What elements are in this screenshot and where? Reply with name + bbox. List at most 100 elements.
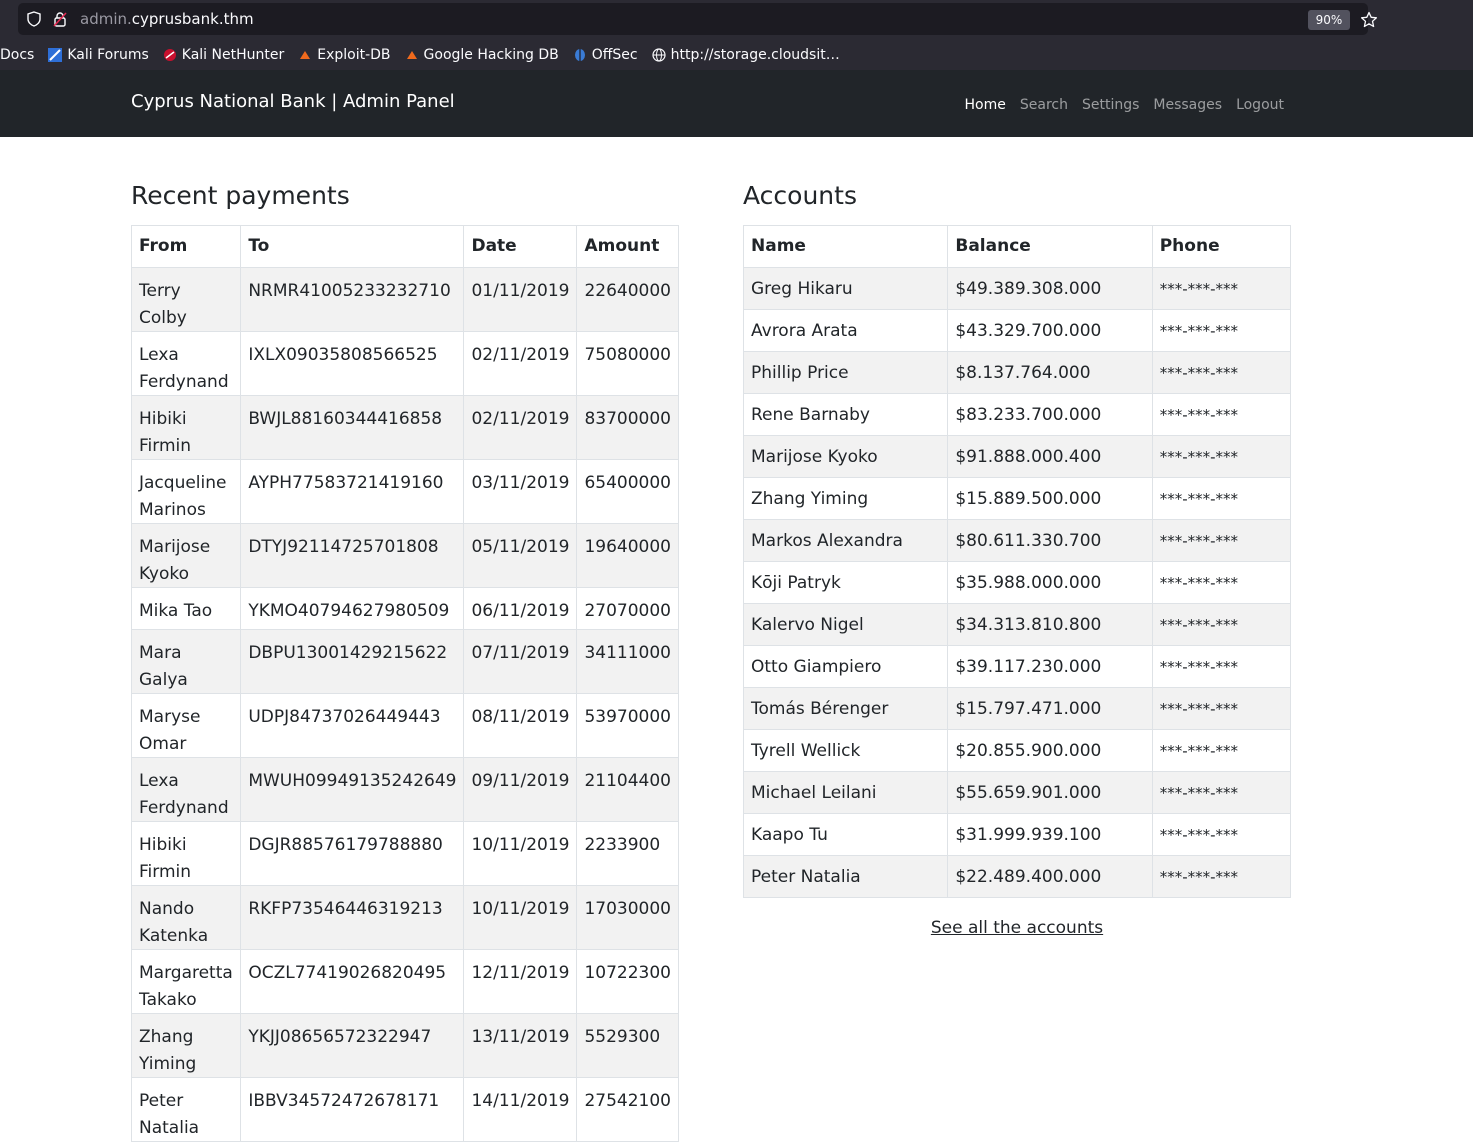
from-cell: Terry Colby <box>130 267 242 332</box>
nav-logout[interactable]: Logout <box>1236 97 1284 113</box>
nav-search[interactable]: Search <box>1020 97 1068 113</box>
nav-home[interactable]: Home <box>965 97 1006 113</box>
name-cell: Phillip Price <box>742 351 949 394</box>
phone-cell: ***-***-*** <box>1151 267 1292 310</box>
to-cell: RKFP73546446319213 <box>240 885 465 950</box>
site-navbar: Cyprus National Bank | Admin Panel Home … <box>0 70 1473 137</box>
bookmark-label: Exploit-DB <box>317 47 391 63</box>
from-cell: Mika Tao <box>130 587 242 630</box>
bookmark-google-hacking-db[interactable]: Google Hacking DB <box>405 47 559 63</box>
name-cell: Kōji Patryk <box>742 561 949 604</box>
accounts-heading: Accounts <box>743 181 857 210</box>
table-row: Phillip Price $8.137.764.000 ***-***-*** <box>742 351 1292 394</box>
from-cell: Lexa Ferdynand <box>130 757 242 822</box>
amount-cell: 83700000 <box>576 395 679 460</box>
offsec-icon <box>573 48 587 62</box>
bookmark-exploit-db[interactable]: Exploit-DB <box>298 47 391 63</box>
table-row: Peter Natalia IBBV34572472678171 14/11/201… <box>130 1077 679 1142</box>
balance-cell: $31.999.939.100 <box>947 813 1153 856</box>
table-row: Tyrell Wellick $20.855.900.000 ***-***-*** <box>742 729 1292 772</box>
phone-cell: ***-***-*** <box>1151 435 1292 478</box>
bookmark-star-icon[interactable] <box>1360 11 1378 33</box>
phone-cell: ***-***-*** <box>1151 687 1292 730</box>
date-cell: 10/11/2019 <box>463 885 578 950</box>
from-cell: Nando Katenka <box>130 885 242 950</box>
bookmark-label: Google Hacking DB <box>423 47 559 63</box>
phone-cell: ***-***-*** <box>1151 309 1292 352</box>
table-row: Nando Katenka RKFP73546446319213 10/11/201… <box>130 885 679 950</box>
name-cell: Zhang Yiming <box>742 477 949 520</box>
lock-insecure-icon[interactable] <box>52 11 68 31</box>
amount-cell: 27542100 <box>576 1077 679 1142</box>
bookmark-storage-cloudsite[interactable]: http://storage.cloudsit… <box>652 47 840 63</box>
bookmark-label: Docs <box>0 47 35 63</box>
balance-cell: $15.797.471.000 <box>947 687 1153 730</box>
bookmark-kali-forums[interactable]: Kali Forums <box>48 47 149 63</box>
balance-cell: $34.313.810.800 <box>947 603 1153 646</box>
from-cell: Maryse Omar <box>130 693 242 758</box>
table-row: Mara Galya DBPU13001429215622 07/11/2019 34… <box>130 629 679 694</box>
globe-icon <box>652 48 666 62</box>
name-cell: Kaapo Tu <box>742 813 949 856</box>
table-row: Kaapo Tu $31.999.939.100 ***-***-*** <box>742 813 1292 856</box>
table-row: Margaretta Takako OCZL77419026820495 12/11… <box>130 949 679 1014</box>
see-all-accounts-link[interactable]: See all the accounts <box>743 918 1291 938</box>
to-cell: DTYJ92114725701808 <box>240 523 465 588</box>
from-cell: Hibiki Firmin <box>130 395 242 460</box>
navbar-brand[interactable]: Cyprus National Bank | Admin Panel <box>131 91 455 112</box>
column-header-from: From <box>130 225 242 268</box>
balance-cell: $91.888.000.400 <box>947 435 1153 478</box>
kali-icon <box>48 48 63 62</box>
date-cell: 12/11/2019 <box>463 949 578 1014</box>
nav-messages[interactable]: Messages <box>1153 97 1222 113</box>
name-cell: Avrora Arata <box>742 309 949 352</box>
phone-cell: ***-***-*** <box>1151 855 1292 898</box>
url-bar[interactable]: admin.cyprusbank.thm 90% <box>18 3 1378 35</box>
bookmarks-bar: Docs Kali Forums Kali NetHunter Exploit-… <box>0 44 854 66</box>
from-cell: Zhang Yiming <box>130 1013 242 1078</box>
column-header-phone: Phone <box>1151 225 1292 268</box>
table-row: Terry Colby NRMR41005233232710 01/11/2019 2… <box>130 267 679 332</box>
bookmark-offsec[interactable]: OffSec <box>573 47 638 63</box>
payments-body: Terry Colby NRMR41005233232710 01/11/2019 2… <box>130 267 679 1142</box>
table-row: Marijose Kyoko DTYJ92114725701808 05/11/20… <box>130 523 679 588</box>
table-row: Peter Natalia $22.489.400.000 ***-***-*** <box>742 855 1292 898</box>
column-header-amount: Amount <box>576 225 679 268</box>
bookmark-label: Kali NetHunter <box>181 47 285 63</box>
balance-cell: $83.233.700.000 <box>947 393 1153 436</box>
date-cell: 08/11/2019 <box>463 693 578 758</box>
nethunter-icon <box>163 48 177 62</box>
to-cell: UDPJ84737026449443 <box>240 693 465 758</box>
balance-cell: $15.889.500.000 <box>947 477 1153 520</box>
table-row: Hibiki Firmin DGJR88576179788880 10/11/201… <box>130 821 679 886</box>
to-cell: NRMR41005233232710 <box>240 267 465 332</box>
from-cell: Margaretta Takako <box>130 949 242 1014</box>
zoom-indicator[interactable]: 90% <box>1308 10 1350 30</box>
phone-cell: ***-***-*** <box>1151 813 1292 856</box>
name-cell: Tyrell Wellick <box>742 729 949 772</box>
shield-icon[interactable] <box>26 11 42 31</box>
phone-cell: ***-***-*** <box>1151 393 1292 436</box>
table-row: Tomás Bérenger $15.797.471.000 ***-***-*** <box>742 687 1292 730</box>
nav-settings[interactable]: Settings <box>1082 97 1139 113</box>
table-row: Greg Hikaru $49.389.308.000 ***-***-*** <box>742 267 1292 310</box>
amount-cell: 17030000 <box>576 885 679 950</box>
phone-cell: ***-***-*** <box>1151 351 1292 394</box>
bookmark-kali-nethunter[interactable]: Kali NetHunter <box>163 47 284 63</box>
column-header-name: Name <box>742 225 949 268</box>
balance-cell: $8.137.764.000 <box>947 351 1153 394</box>
to-cell: IBBV34572472678171 <box>240 1077 465 1142</box>
balance-cell: $22.489.400.000 <box>947 855 1153 898</box>
balance-cell: $39.117.230.000 <box>947 645 1153 688</box>
amount-cell: 22640000 <box>576 267 679 332</box>
to-cell: AYPH77583721419160 <box>240 459 465 524</box>
bookmark-docs[interactable]: Docs <box>0 47 34 63</box>
balance-cell: $55.659.901.000 <box>947 771 1153 814</box>
from-cell: Hibiki Firmin <box>130 821 242 886</box>
name-cell: Michael Leilani <box>742 771 949 814</box>
url-text[interactable]: admin.cyprusbank.thm <box>80 10 254 28</box>
amount-cell: 5529300 <box>576 1013 679 1078</box>
table-row: Michael Leilani $55.659.901.000 ***-***-**… <box>742 771 1292 814</box>
column-header-to: To <box>240 225 465 268</box>
phone-cell: ***-***-*** <box>1151 561 1292 604</box>
